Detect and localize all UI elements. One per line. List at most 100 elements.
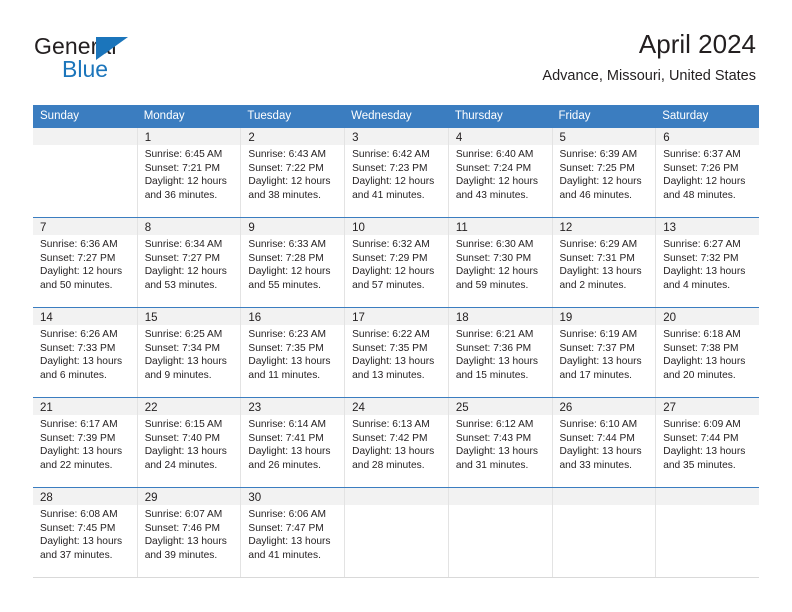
calendar-day-cell[interactable]: 21 Sunrise: 6:17 AM Sunset: 7:39 PM Dayligh… bbox=[33, 398, 137, 487]
day-number-band: 24 bbox=[345, 398, 448, 415]
calendar-day-cell[interactable]: 6 Sunrise: 6:37 AM Sunset: 7:26 PM Daylight… bbox=[655, 128, 759, 217]
day-number-band: 27 bbox=[656, 398, 759, 415]
calendar-page: General Blue April 2024 Advance, Missour… bbox=[0, 0, 792, 612]
day-sun-info: Sunrise: 6:37 AM Sunset: 7:26 PM Daylight:… bbox=[656, 145, 759, 202]
weekday-header-row: Sunday Monday Tuesday Wednesday Thursday Frid… bbox=[33, 105, 759, 128]
sunrise-text: Sunrise: 6:07 AM bbox=[144, 509, 223, 520]
calendar-day-cell[interactable]: 22 Sunrise: 6:15 AM Sunset: 7:40 PM Dayligh… bbox=[136, 398, 241, 487]
daylight-text-line1: Daylight: 13 hours bbox=[663, 356, 746, 368]
daylight-text-line1: Daylight: 12 hours bbox=[352, 266, 435, 278]
day-number: 11 bbox=[455, 222, 468, 234]
day-number: 3 bbox=[352, 132, 359, 144]
page-subtitle: Advance, Missouri, United States bbox=[542, 68, 756, 84]
day-sun-info: Sunrise: 6:19 AM Sunset: 7:37 PM Daylight:… bbox=[553, 325, 656, 382]
calendar-day-cell[interactable]: 15 Sunrise: 6:25 AM Sunset: 7:34 PM Dayligh… bbox=[136, 308, 241, 397]
calendar-day-cell[interactable]: 24 Sunrise: 6:13 AM Sunset: 7:42 PM Dayligh… bbox=[344, 398, 448, 487]
calendar-day-cell[interactable]: 10 Sunrise: 6:32 AM Sunset: 7:29 PM Dayligh… bbox=[344, 218, 448, 307]
sunset-text: Sunset: 7:43 PM bbox=[455, 432, 532, 444]
daylight-text-line2: and 41 minutes. bbox=[248, 549, 321, 561]
daylight-text-line1: Daylight: 12 hours bbox=[144, 176, 227, 188]
calendar-day-cell[interactable]: 11 Sunrise: 6:30 AM Sunset: 7:30 PM Dayligh… bbox=[447, 218, 552, 307]
day-number: 29 bbox=[144, 492, 158, 504]
daylight-text-line1: Daylight: 13 hours bbox=[40, 536, 123, 548]
day-number-band: 28 bbox=[33, 488, 137, 505]
calendar-day-cell[interactable]: 7 Sunrise: 6:36 AM Sunset: 7:27 PM Daylight… bbox=[33, 218, 137, 307]
calendar-day-cell[interactable]: 29 Sunrise: 6:07 AM Sunset: 7:46 PM Dayligh… bbox=[136, 488, 241, 577]
weekday-header-monday: Monday bbox=[143, 110, 185, 122]
day-number-band: 4 bbox=[448, 128, 552, 145]
sunset-text: Sunset: 7:44 PM bbox=[663, 432, 739, 444]
day-sun-info: Sunrise: 6:22 AM Sunset: 7:35 PM Daylight:… bbox=[345, 325, 448, 382]
day-sun-info: Sunrise: 6:39 AM Sunset: 7:25 PM Daylight:… bbox=[553, 145, 656, 202]
calendar-day-cell[interactable]: 8 Sunrise: 6:34 AM Sunset: 7:27 PM Daylight… bbox=[136, 218, 241, 307]
sunset-text: Sunset: 7:35 PM bbox=[248, 342, 324, 354]
day-number-band: 14 bbox=[33, 308, 137, 325]
weekday-header-thursday: Thursday bbox=[454, 110, 503, 122]
calendar-day-cell[interactable]: 12 Sunrise: 6:29 AM Sunset: 7:31 PM Dayligh… bbox=[551, 218, 656, 307]
daylight-text-line2: and 11 minutes. bbox=[248, 369, 321, 381]
daylight-text-line2: and 15 minutes. bbox=[455, 369, 529, 381]
day-number-band bbox=[448, 488, 552, 505]
calendar-day-cell[interactable]: 9 Sunrise: 6:33 AM Sunset: 7:28 PM Daylight… bbox=[240, 218, 345, 307]
day-number: 17 bbox=[352, 312, 365, 324]
sunset-text: Sunset: 7:33 PM bbox=[40, 342, 116, 354]
calendar-day-cell[interactable]: 2 Sunrise: 6:43 AM Sunset: 7:22 PM Daylight… bbox=[240, 128, 345, 217]
sunset-text: Sunset: 7:35 PM bbox=[352, 342, 428, 354]
daylight-text-line2: and 33 minutes. bbox=[559, 459, 633, 471]
day-sun-info: Sunrise: 6:36 AM Sunset: 7:27 PM Daylight:… bbox=[33, 235, 137, 292]
daylight-text-line2: and 55 minutes. bbox=[248, 279, 321, 291]
calendar-day-cell[interactable]: 26 Sunrise: 6:10 AM Sunset: 7:44 PM Dayligh… bbox=[551, 398, 656, 487]
calendar-day-cell[interactable]: 28 Sunrise: 6:08 AM Sunset: 7:45 PM Dayligh… bbox=[33, 488, 137, 577]
daylight-text-line1: Daylight: 13 hours bbox=[663, 266, 746, 278]
day-number: 15 bbox=[144, 312, 158, 324]
sunrise-text: Sunrise: 6:21 AM bbox=[455, 329, 534, 340]
daylight-text-line2: and 37 minutes. bbox=[40, 549, 113, 561]
daylight-text-line1: Daylight: 12 hours bbox=[559, 176, 642, 188]
calendar-day-cell[interactable]: 5 Sunrise: 6:39 AM Sunset: 7:25 PM Daylight… bbox=[551, 128, 656, 217]
daylight-text-line1: Daylight: 13 hours bbox=[352, 446, 435, 458]
calendar-day-cell[interactable]: 19 Sunrise: 6:19 AM Sunset: 7:37 PM Dayligh… bbox=[551, 308, 656, 397]
day-number: 8 bbox=[144, 222, 152, 234]
calendar-day-cell-empty bbox=[33, 128, 137, 217]
calendar-day-cell[interactable]: 16 Sunrise: 6:23 AM Sunset: 7:35 PM Dayligh… bbox=[240, 308, 345, 397]
daylight-text-line2: and 22 minutes. bbox=[40, 459, 113, 471]
daylight-text-line2: and 31 minutes. bbox=[455, 459, 529, 471]
calendar-day-cell[interactable]: 14 Sunrise: 6:26 AM Sunset: 7:33 PM Dayligh… bbox=[33, 308, 137, 397]
calendar-day-cell[interactable]: 30 Sunrise: 6:06 AM Sunset: 7:47 PM Dayligh… bbox=[240, 488, 345, 577]
title-block: April 2024 Advance, Missouri, United Sta… bbox=[542, 28, 756, 85]
sunrise-text: Sunrise: 6:13 AM bbox=[352, 419, 430, 430]
daylight-text-line1: Daylight: 13 hours bbox=[144, 536, 227, 548]
calendar-day-cell[interactable]: 18 Sunrise: 6:21 AM Sunset: 7:36 PM Dayligh… bbox=[447, 308, 552, 397]
sunrise-text: Sunrise: 6:33 AM bbox=[248, 239, 326, 250]
day-number-band bbox=[656, 488, 759, 505]
sunrise-text: Sunrise: 6:14 AM bbox=[248, 419, 326, 430]
daylight-text-line2: and 20 minutes. bbox=[663, 369, 736, 381]
daylight-text-line1: Daylight: 13 hours bbox=[559, 446, 642, 458]
sunrise-text: Sunrise: 6:18 AM bbox=[663, 329, 741, 340]
day-number: 9 bbox=[248, 222, 255, 234]
calendar-day-cell[interactable]: 27 Sunrise: 6:09 AM Sunset: 7:44 PM Dayligh… bbox=[655, 398, 759, 487]
weekday-header-sunday: Sunday bbox=[40, 110, 80, 122]
calendar-day-cell[interactable]: 1 Sunrise: 6:45 AM Sunset: 7:21 PM Daylight… bbox=[136, 128, 241, 217]
daylight-text-line1: Daylight: 12 hours bbox=[248, 176, 331, 188]
calendar-day-cell[interactable]: 13 Sunrise: 6:27 AM Sunset: 7:32 PM Dayligh… bbox=[655, 218, 759, 307]
calendar-day-cell[interactable]: 20 Sunrise: 6:18 AM Sunset: 7:38 PM Dayligh… bbox=[655, 308, 759, 397]
daylight-text-line2: and 13 minutes. bbox=[352, 369, 425, 381]
daylight-text-line2: and 57 minutes. bbox=[352, 279, 425, 291]
day-sun-info: Sunrise: 6:32 AM Sunset: 7:29 PM Daylight:… bbox=[345, 235, 448, 292]
daylight-text-line1: Daylight: 13 hours bbox=[559, 266, 642, 278]
calendar-day-cell[interactable]: 23 Sunrise: 6:14 AM Sunset: 7:41 PM Dayligh… bbox=[240, 398, 345, 487]
calendar-day-cell[interactable]: 4 Sunrise: 6:40 AM Sunset: 7:24 PM Daylight… bbox=[447, 128, 552, 217]
sunset-text: Sunset: 7:22 PM bbox=[248, 162, 324, 174]
day-number: 26 bbox=[559, 402, 573, 414]
calendar-day-cell[interactable]: 3 Sunrise: 6:42 AM Sunset: 7:23 PM Daylight… bbox=[344, 128, 448, 217]
calendar-weeks: 1 Sunrise: 6:45 AM Sunset: 7:21 PM Daylight… bbox=[33, 128, 759, 577]
day-number: 28 bbox=[40, 492, 53, 504]
day-number-band: 17 bbox=[345, 308, 448, 325]
calendar-day-cell[interactable]: 17 Sunrise: 6:22 AM Sunset: 7:35 PM Dayligh… bbox=[344, 308, 448, 397]
day-number: 6 bbox=[663, 132, 670, 144]
calendar-day-cell[interactable]: 25 Sunrise: 6:12 AM Sunset: 7:43 PM Dayligh… bbox=[447, 398, 552, 487]
daylight-text-line1: Daylight: 12 hours bbox=[40, 266, 123, 278]
day-number-band: 5 bbox=[552, 128, 656, 145]
daylight-text-line2: and 50 minutes. bbox=[40, 279, 113, 291]
